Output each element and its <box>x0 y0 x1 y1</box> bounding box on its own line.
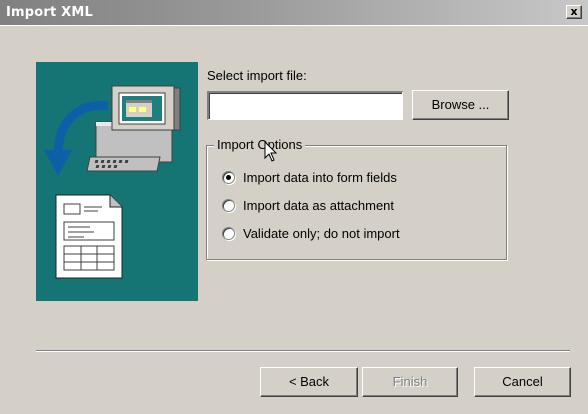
radio-button-selected[interactable] <box>222 171 235 184</box>
mouse-cursor-icon <box>264 141 278 162</box>
select-file-label: Select import file: <box>207 68 307 83</box>
footer-divider <box>36 350 570 352</box>
option-label: Import data as attachment <box>243 198 395 213</box>
import-options-legend: Import Options <box>214 137 306 152</box>
close-button[interactable]: x <box>566 5 582 19</box>
document-icon <box>55 194 123 279</box>
radio-button[interactable] <box>222 199 235 212</box>
cancel-button[interactable]: Cancel <box>474 367 571 397</box>
computer-icon <box>86 85 181 172</box>
option-label: Validate only; do not import <box>243 226 400 241</box>
illustration-graphic <box>44 85 181 279</box>
back-button[interactable]: < Back <box>260 367 358 397</box>
browse-button[interactable]: Browse ... <box>412 90 509 120</box>
radio-button[interactable] <box>222 227 235 240</box>
import-file-input[interactable] <box>207 91 403 120</box>
window-title: Import XML <box>6 5 94 20</box>
radio-dot-icon <box>226 175 231 180</box>
title-bar[interactable]: Import XML x <box>0 0 588 26</box>
close-icon: x <box>570 5 578 18</box>
option-label: Import data into form fields <box>243 170 397 185</box>
finish-button[interactable]: Finish <box>362 367 458 397</box>
wizard-illustration <box>36 62 198 301</box>
